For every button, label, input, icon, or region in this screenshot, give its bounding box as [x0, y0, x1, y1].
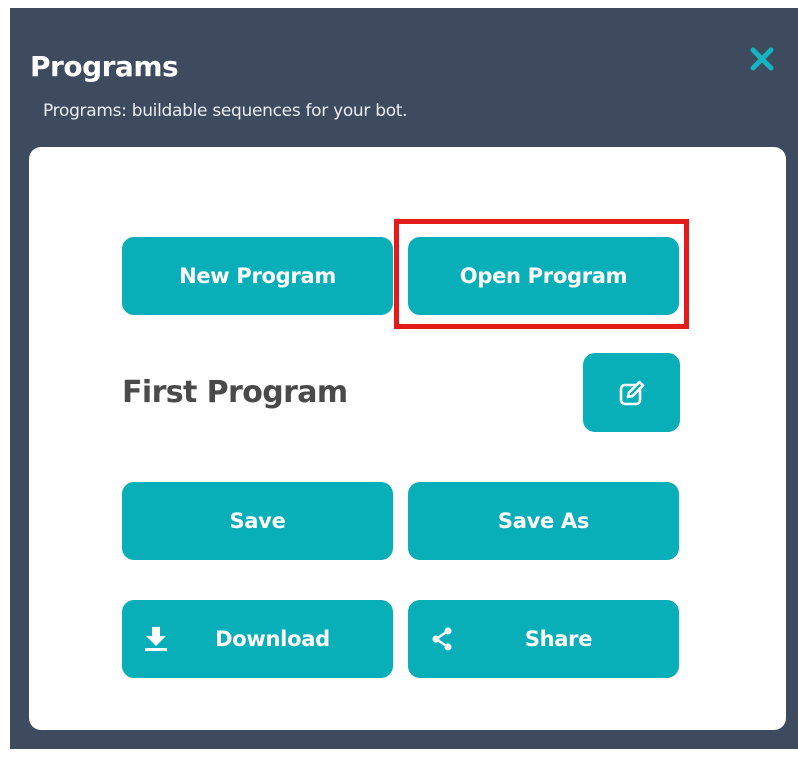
download-button[interactable]: Download [122, 600, 393, 678]
save-button[interactable]: Save [122, 482, 393, 560]
new-program-button[interactable]: New Program [122, 237, 393, 315]
download-icon [145, 627, 167, 651]
download-label: Download [215, 627, 330, 651]
save-as-button[interactable]: Save As [408, 482, 679, 560]
share-button[interactable]: Share [408, 600, 679, 678]
share-label: Share [524, 627, 593, 651]
share-icon [432, 627, 452, 651]
open-program-button[interactable]: Open Program [408, 237, 679, 315]
panel-subtitle: Programs: buildable sequences for your b… [43, 101, 408, 121]
new-program-label: New Program [179, 264, 336, 288]
edit-icon [619, 380, 644, 405]
save-label: Save [229, 509, 286, 533]
save-as-label: Save As [497, 509, 590, 533]
edit-program-name-button[interactable] [583, 353, 680, 432]
close-icon [750, 47, 774, 71]
program-name: First Program [122, 375, 348, 410]
open-program-label: Open Program [459, 264, 628, 288]
panel-title: Programs [30, 50, 179, 83]
close-button[interactable] [747, 44, 777, 74]
